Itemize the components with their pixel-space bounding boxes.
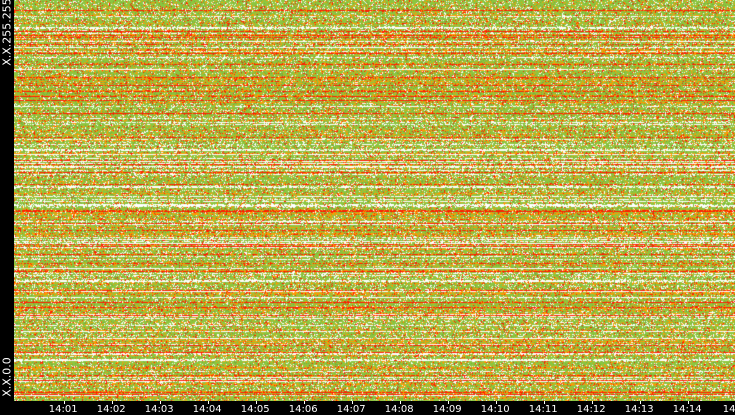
x-tick-label: 14:12 [576,404,606,415]
y-axis: X.X.255.255 X.X.0.0 [0,0,14,401]
x-tick-label: 14:06 [288,404,318,415]
x-tick-label: 14:03 [144,404,174,415]
x-tick-label: 14:13 [624,404,654,415]
y-axis-top-label: X.X.255.255 [0,0,14,66]
x-tick-label: 14:02 [96,404,126,415]
x-tick-label: 14:07 [336,404,366,415]
x-tick-label: 14:14 [672,404,702,415]
x-tick-label: 14:01 [48,404,78,415]
x-tick-label: 14:05 [240,404,270,415]
x-tick-label: 14 [722,404,735,415]
address-time-heatmap[interactable] [14,0,735,401]
x-tick-label: 14:11 [528,404,558,415]
x-tick-label: 14:10 [480,404,510,415]
x-tick-label: 14:09 [432,404,462,415]
x-axis: 14:01 14:02 14:03 14:04 14:05 14:06 14:07 14:08… [0,401,735,415]
x-tick-label: 14:08 [384,404,414,415]
y-axis-bottom-label: X.X.0.0 [0,357,14,397]
x-tick-label: 14:04 [192,404,222,415]
